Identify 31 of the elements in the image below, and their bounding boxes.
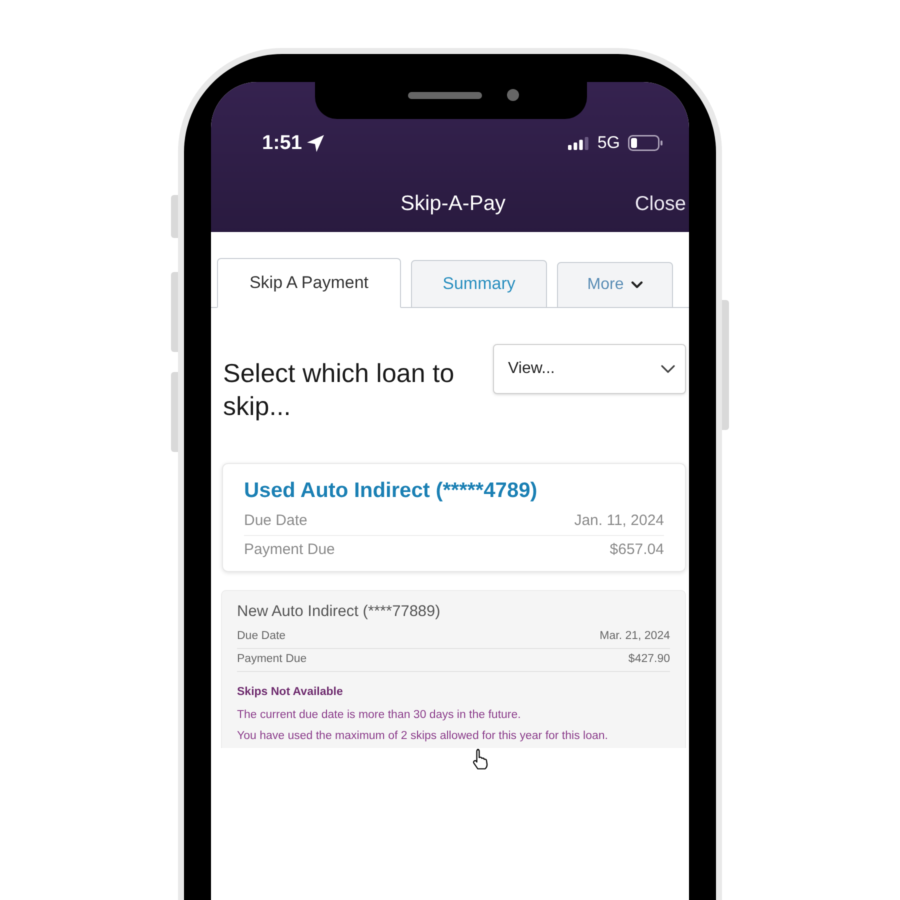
tab[interactable]: Skip A Payment [217,258,401,308]
network-type: 5G [597,132,620,154]
field-label: Payment Due [237,652,307,668]
camera-icon [507,89,519,101]
notice-message: You have used the maximum of 2 skips allowed for this year for this loan. [237,729,608,744]
loan-prompt: Select which loan to skip... [223,357,456,423]
loan-title[interactable]: Used Auto Indirect (*****4789) [244,478,538,503]
chevron-down-icon [630,281,643,289]
location-arrow-icon [307,134,324,152]
side-key [171,195,178,238]
battery-icon [628,135,663,151]
field-value: Mar. 21, 2024 [600,629,670,644]
chevron-down-icon [661,365,675,373]
loan-card[interactable]: Used Auto Indirect (*****4789) Due Date Jan. 11, 2024 Payment Due $657.04 [222,463,686,572]
status-time: 1:51 [262,131,302,156]
notice-message: The current due date is more than 30 days in the future. [237,708,521,723]
notice-title: Skips Not Available [237,685,343,700]
signal-bars-icon [568,136,590,150]
menu-tab[interactable]: More [557,262,673,308]
loan-title: New Auto Indirect (****77889) [237,602,440,622]
field-value: $427.90 [628,652,670,668]
field-label: Due Date [237,629,286,644]
field-label: Payment Due [244,540,335,560]
tab[interactable]: Summary [411,260,547,308]
view-select[interactable]: View... [493,344,686,394]
close-button[interactable]: Close [634,191,686,217]
field-value: $657.04 [610,540,664,560]
screen-title: Skip-A-Pay [399,191,506,217]
field-value: Jan. 11, 2024 [574,510,664,531]
speaker-icon [408,92,482,99]
field-label: Due Date [244,510,308,531]
